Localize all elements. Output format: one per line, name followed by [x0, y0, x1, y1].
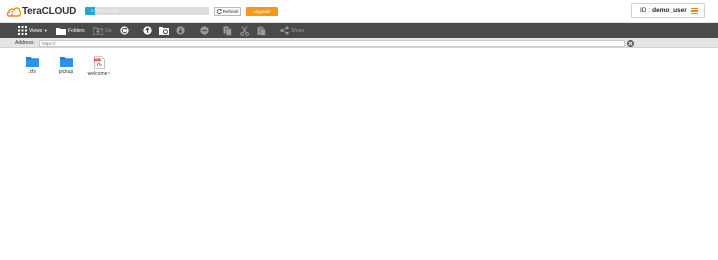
file-item-pickup[interactable]: pickup	[51, 56, 81, 75]
share-label: Share	[291, 27, 305, 34]
scissors-icon	[240, 25, 249, 36]
new-folder-button[interactable]	[159, 23, 169, 38]
storage-quota-bar: 0.04MB / 10GB	[85, 7, 209, 15]
cloud-logo-icon: 2	[6, 6, 21, 17]
file-name: .zfs	[28, 69, 36, 75]
share-button[interactable]: Share	[280, 23, 304, 38]
file-item-welcome[interactable]: PDF welcome~	[84, 56, 114, 77]
user-menu[interactable]: ID : demo_user	[631, 3, 705, 18]
file-browser: .zfs pickup PDF welcome~	[0, 48, 718, 260]
pdf-file-icon: PDF	[93, 56, 105, 69]
download-icon	[176, 26, 185, 35]
teracloud-logo[interactable]: 2 TeraCLOUD	[6, 4, 76, 18]
file-name: welcome~	[87, 71, 111, 77]
paste-button[interactable]	[257, 23, 266, 38]
minus-circle-icon	[200, 26, 209, 35]
upload-icon	[143, 26, 152, 35]
paste-icon	[257, 25, 266, 36]
views-button[interactable]: Views ▼	[18, 23, 48, 38]
folder-icon	[25, 57, 39, 67]
copy-button[interactable]	[223, 23, 232, 38]
folder-up-icon	[93, 27, 103, 35]
app-header: 2 TeraCLOUD 0.04MB / 10GB Refresh Upgrad…	[0, 0, 718, 23]
refresh-label: Refresh	[222, 9, 239, 14]
download-button[interactable]	[176, 23, 185, 38]
folders-button[interactable]: Folders	[56, 23, 85, 38]
share-icon	[280, 26, 289, 35]
address-bar: Address: https://	[0, 38, 718, 48]
storage-quota-text: 0.04MB / 10GB	[91, 8, 119, 13]
new-folder-icon	[159, 27, 169, 35]
reload-button[interactable]	[120, 23, 129, 38]
close-circle-icon	[628, 40, 633, 46]
toolbar: Views ▼ Folders Up Share	[0, 23, 718, 38]
views-label: Views	[29, 27, 43, 34]
folders-label: Folders	[68, 27, 85, 34]
file-item-zfs[interactable]: .zfs	[17, 56, 47, 75]
logo-text: TeraCLOUD	[22, 5, 77, 17]
up-label: Up	[105, 27, 112, 34]
upload-button[interactable]	[143, 23, 152, 38]
reload-icon	[120, 26, 129, 35]
address-input[interactable]: https://	[39, 39, 625, 47]
address-go-button[interactable]	[627, 39, 634, 47]
cut-button[interactable]	[240, 23, 249, 38]
svg-text:PDF: PDF	[94, 58, 100, 62]
file-name: pickup	[58, 69, 74, 75]
refresh-icon	[216, 9, 222, 14]
user-id-label: ID :	[640, 7, 651, 14]
grid-icon	[18, 26, 27, 35]
upgrade-button[interactable]: Upgrade	[246, 7, 278, 16]
folder-icon	[59, 57, 73, 67]
copy-icon	[223, 26, 232, 36]
refresh-button[interactable]: Refresh	[214, 7, 241, 16]
username: demo_user	[652, 7, 687, 14]
up-button[interactable]: Up	[93, 23, 111, 38]
folder-icon	[56, 27, 66, 35]
hamburger-menu-icon[interactable]	[691, 8, 698, 14]
address-label: Address:	[15, 40, 35, 46]
delete-button[interactable]	[200, 23, 209, 38]
caret-down-icon: ▼	[43, 28, 48, 33]
